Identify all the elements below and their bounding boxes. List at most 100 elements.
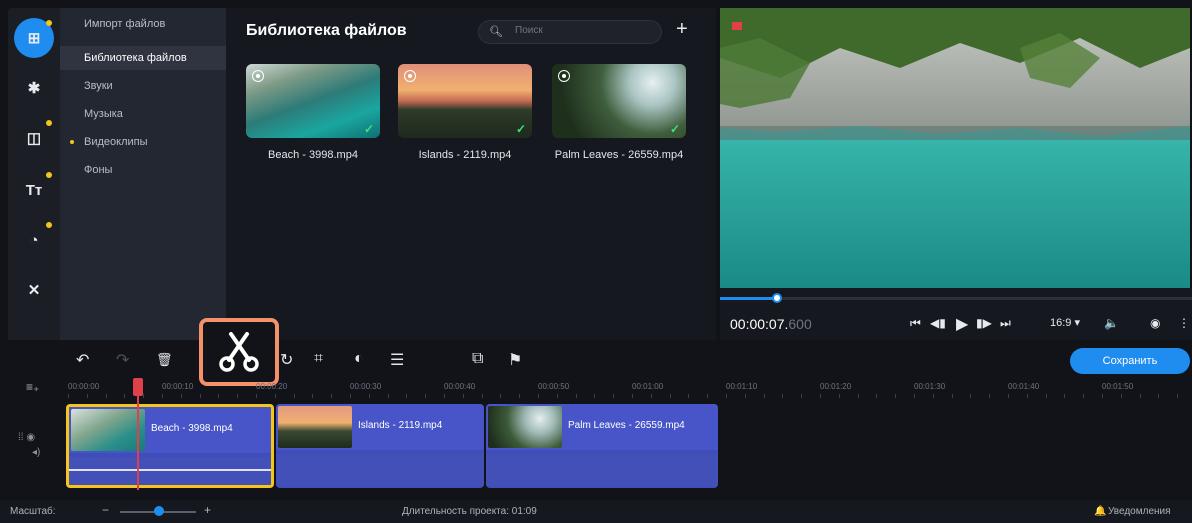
step-forward-icon[interactable]: ▮▶ xyxy=(976,316,992,330)
add-track-icon[interactable]: ≡₊ xyxy=(26,380,39,394)
clip-audio xyxy=(276,454,484,486)
radio-icon[interactable] xyxy=(252,70,264,82)
ruler-tick xyxy=(688,394,690,398)
timeline-clip-beach[interactable]: Beach - 3998.mp4 xyxy=(66,404,274,488)
progress-track[interactable] xyxy=(720,297,1192,300)
file-thumbnail-beach[interactable]: ✓ xyxy=(246,64,380,138)
play-icon[interactable]: ▶ xyxy=(956,314,968,334)
file-name: Palm Leaves - 26559.mp4 xyxy=(554,149,684,161)
delete-icon[interactable]: 🗑 xyxy=(156,352,173,368)
ruler-tick xyxy=(575,394,577,398)
zoom-out-icon[interactable]: − xyxy=(102,503,109,517)
import-button[interactable]: ⊞ xyxy=(14,18,54,58)
file-thumbnail-islands[interactable]: ✓ xyxy=(398,64,532,138)
ruler-tick xyxy=(1008,394,1009,398)
category-sounds[interactable]: Звуки xyxy=(60,74,226,98)
category-music[interactable]: Музыка xyxy=(60,102,226,126)
file-thumbnail-palm[interactable]: ✓ xyxy=(552,64,686,138)
search-input[interactable] xyxy=(515,25,655,36)
ruler-tick xyxy=(951,394,953,398)
save-button[interactable]: Сохранить xyxy=(1070,348,1190,374)
timeline-ruler[interactable]: 00:00:00 00:00:10 00:00:20 00:00:30 00:00:40… xyxy=(60,378,1192,400)
clip-thumbnail xyxy=(71,409,145,451)
volume-icon[interactable]: 🔈 xyxy=(1104,316,1119,330)
pin-icon: ✱ xyxy=(27,80,41,97)
clip-name: Islands - 2119.mp4 xyxy=(358,420,443,431)
check-icon: ✓ xyxy=(669,122,680,136)
track-audio-icon[interactable]: ◂) xyxy=(32,447,40,458)
scale-label: Масштаб: xyxy=(10,506,56,517)
ruler-tick xyxy=(726,394,727,398)
pin-button[interactable]: ✱ xyxy=(14,68,54,108)
split-button-highlight[interactable] xyxy=(199,318,279,386)
category-import[interactable]: Импорт файлов xyxy=(60,12,226,36)
audio-volume-line[interactable] xyxy=(69,469,271,471)
titles-button[interactable]: Tт xyxy=(14,170,54,210)
rotate-icon[interactable]: ↻ xyxy=(280,350,293,370)
clip-audio xyxy=(69,457,271,485)
search-icon: 🔍︎ xyxy=(489,26,503,38)
ruler-tick xyxy=(68,394,69,398)
step-back-icon[interactable]: ◀▮ xyxy=(930,316,946,330)
timecode: 00:00:07.600 xyxy=(730,316,812,332)
ruler-tick xyxy=(763,394,765,398)
filters-button[interactable]: ◔ xyxy=(14,220,54,260)
overlay-icon[interactable]: ⧉ xyxy=(472,350,483,368)
ruler-tick-label: 00:00:20 xyxy=(256,382,288,391)
ruler-tick-label: 00:00:30 xyxy=(350,382,382,391)
clip-properties-icon[interactable]: ☰ xyxy=(390,350,404,370)
tools-button[interactable]: ✕ xyxy=(14,270,54,310)
ruler-tick xyxy=(1083,394,1085,398)
playhead-handle[interactable] xyxy=(133,378,143,396)
zoom-in-icon[interactable]: + xyxy=(204,503,211,517)
ruler-tick xyxy=(519,394,521,398)
crop-icon[interactable]: ⌗ xyxy=(314,350,323,368)
track-visibility-icon[interactable]: ⁞⁞ ◉ xyxy=(18,432,40,443)
ruler-tick xyxy=(237,394,239,398)
ruler-tick-label: 00:00:40 xyxy=(444,382,476,391)
skip-start-icon[interactable]: ⏮ xyxy=(910,316,921,331)
marker-icon[interactable]: ⚑ xyxy=(508,350,522,370)
clip-name: Beach - 3998.mp4 xyxy=(151,423,233,434)
ruler-tick-label: 00:00:10 xyxy=(162,382,194,391)
timeline-clip-islands[interactable]: Islands - 2119.mp4 xyxy=(276,404,484,488)
video-preview xyxy=(720,8,1190,288)
ruler-tick-label: 00:01:20 xyxy=(820,382,852,391)
snapshot-icon[interactable]: ◉ xyxy=(1150,316,1160,330)
track-controls: ⁞⁞ ◉ ◂) xyxy=(18,432,40,458)
ruler-tick-label: 00:01:50 xyxy=(1102,382,1134,391)
aspect-ratio-select[interactable]: 16:9 ▾ xyxy=(1050,316,1080,329)
file-name: Beach - 3998.mp4 xyxy=(268,149,358,161)
add-file-button[interactable]: + xyxy=(676,18,688,41)
ruler-tick xyxy=(669,394,671,398)
timeline-toolbar: ↶ ↷ 🗑 ↻ ⌗ ◐ ☰ ⧉ ⚑ xyxy=(8,342,1192,376)
clip-video: Palm Leaves - 26559.mp4 xyxy=(486,404,718,450)
filters-icon: ◔ xyxy=(29,231,39,249)
scissors-icon xyxy=(219,332,259,372)
progress-handle[interactable] xyxy=(772,293,782,303)
ruler-tick xyxy=(556,394,558,398)
more-icon[interactable]: ⋮ xyxy=(1178,316,1190,330)
redo-icon[interactable]: ↷ xyxy=(116,350,129,370)
category-videoclips[interactable]: Видеоклипы xyxy=(60,130,226,154)
tools-icon: ✕ xyxy=(27,282,41,299)
transitions-button[interactable]: ◫ xyxy=(14,118,54,158)
sidebar-rail: ⊞ ✱ ◫ Tт ◔ ✕ xyxy=(8,8,60,340)
ruler-tick xyxy=(1120,394,1122,398)
color-adjust-icon[interactable]: ◐ xyxy=(354,350,364,368)
status-bar: Масштаб: − + Длительность проекта: 01:09… xyxy=(0,500,1192,523)
timeline-clip-palm[interactable]: Palm Leaves - 26559.mp4 xyxy=(486,404,718,488)
clip-video: Islands - 2119.mp4 xyxy=(276,404,484,450)
zoom-slider-handle[interactable] xyxy=(154,506,164,516)
category-library[interactable]: Библиотека файлов xyxy=(60,46,226,70)
category-backgrounds[interactable]: Фоны xyxy=(60,158,226,182)
skip-end-icon[interactable]: ⏭ xyxy=(1000,316,1011,331)
category-label: Видеоклипы xyxy=(84,136,148,148)
notifications-link[interactable]: Уведомления xyxy=(1108,506,1171,517)
search-box[interactable]: 🔍︎ xyxy=(478,20,662,44)
ruler-tick xyxy=(218,394,220,398)
ruler-tick xyxy=(650,394,652,398)
undo-icon[interactable]: ↶ xyxy=(76,350,89,370)
radio-icon[interactable] xyxy=(558,70,570,82)
radio-icon[interactable] xyxy=(404,70,416,82)
